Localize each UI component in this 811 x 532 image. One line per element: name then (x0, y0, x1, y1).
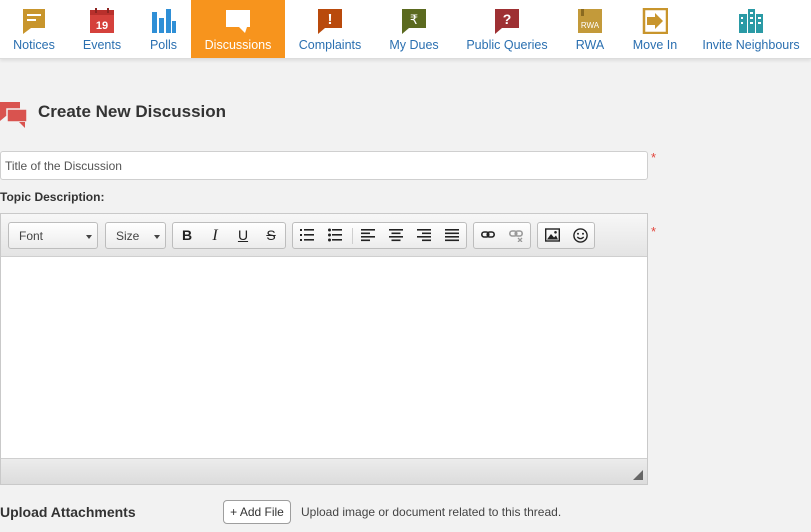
nav-item-rwa[interactable]: RWA RWA (561, 0, 619, 58)
editor-status-bar (1, 458, 647, 484)
nav-item-notices[interactable]: Notices (0, 0, 68, 58)
calendar-icon: 19 (90, 8, 114, 33)
chevron-down-icon (86, 235, 92, 239)
complaint-mark: ! (328, 11, 333, 28)
top-navigation: Notices 19 Events Polls Discussions ! Co… (0, 0, 811, 59)
bullet-list-icon (328, 228, 342, 242)
speech-bubble-icon (226, 10, 250, 33)
unlink-icon (509, 230, 523, 242)
buildings-icon (739, 9, 763, 33)
size-select[interactable]: Size (105, 222, 166, 249)
add-file-button[interactable]: + Add File (223, 500, 291, 524)
nav-item-discussions[interactable]: Discussions (191, 0, 285, 58)
upload-attachments-label: Upload Attachments (0, 504, 136, 520)
align-right-icon (417, 229, 431, 242)
topic-description-label: Topic Description: (0, 190, 105, 204)
insert-group (537, 222, 595, 249)
smiley-icon (572, 228, 588, 243)
nav-label: Notices (13, 38, 55, 52)
numbered-list-button[interactable] (295, 223, 319, 248)
numbered-list-icon (300, 229, 314, 241)
nav-label: Events (82, 38, 122, 52)
justify-icon (445, 229, 459, 242)
link-group (473, 222, 531, 249)
bar-chart-icon (151, 9, 176, 33)
underline-button[interactable]: U (231, 223, 255, 248)
align-right-button[interactable] (412, 223, 436, 248)
upload-hint-text: Upload image or document related to this… (301, 505, 562, 519)
rwa-icon: RWA (578, 9, 602, 33)
rwa-text: RWA (581, 21, 600, 30)
nav-item-public-queries[interactable]: ? Public Queries (453, 0, 561, 58)
nav-label: Public Queries (466, 38, 548, 52)
discussion-title-input[interactable] (0, 151, 648, 180)
nav-item-complaints[interactable]: ! Complaints (285, 0, 375, 58)
nav-item-move-in[interactable]: Move In (619, 0, 691, 58)
font-select[interactable]: Font (8, 222, 98, 249)
align-center-button[interactable] (384, 223, 408, 248)
image-icon (544, 228, 560, 242)
rupee-symbol: ₹ (410, 13, 418, 28)
resize-handle-icon[interactable] (633, 470, 643, 480)
question-mark: ? (503, 11, 512, 27)
nav-label: My Dues (389, 38, 439, 52)
nav-label: RWA (575, 38, 605, 52)
nav-label: Invite Neighbours (702, 38, 800, 52)
insert-emoji-button[interactable] (568, 223, 592, 248)
justify-button[interactable] (440, 223, 464, 248)
unlink-button[interactable] (504, 223, 528, 248)
align-center-icon (389, 229, 403, 242)
editor-toolbar: Font Size B I U S (1, 214, 647, 257)
editor-content-area[interactable] (1, 257, 647, 459)
nav-label: Discussions (204, 38, 272, 52)
required-marker: * (651, 150, 657, 165)
nav-item-events[interactable]: 19 Events (68, 0, 136, 58)
rich-text-editor: Font Size B I U S (0, 213, 648, 485)
move-in-icon (642, 8, 668, 34)
rupee-icon: ₹ (402, 9, 426, 34)
discussion-icon (0, 102, 28, 128)
insert-link-button[interactable] (476, 223, 500, 248)
nav-label: Move In (632, 38, 678, 52)
question-icon: ? (495, 9, 519, 34)
strikethrough-button[interactable]: S (259, 223, 283, 248)
toolbar-separator (352, 228, 353, 244)
insert-image-button[interactable] (540, 223, 564, 248)
nav-label: Polls (149, 38, 178, 52)
font-select-label: Font (19, 229, 44, 243)
complaint-icon: ! (318, 9, 342, 34)
align-left-icon (361, 229, 375, 242)
calendar-day: 19 (96, 20, 108, 32)
paragraph-group (292, 222, 467, 249)
bullet-list-button[interactable] (323, 223, 347, 248)
bold-button[interactable]: B (175, 223, 199, 248)
required-marker: * (651, 224, 657, 239)
nav-label: Complaints (298, 38, 362, 52)
italic-button[interactable]: I (203, 223, 227, 248)
nav-item-polls[interactable]: Polls (136, 0, 191, 58)
align-left-button[interactable] (356, 223, 380, 248)
nav-item-invite-neighbours[interactable]: Invite Neighbours (691, 0, 811, 58)
text-style-group: B I U S (172, 222, 286, 249)
page-title: Create New Discussion (38, 102, 227, 121)
link-icon (481, 231, 495, 238)
chevron-down-icon (154, 235, 160, 239)
nav-item-my-dues[interactable]: ₹ My Dues (375, 0, 453, 58)
notice-icon (23, 9, 45, 34)
size-select-label: Size (116, 229, 140, 243)
